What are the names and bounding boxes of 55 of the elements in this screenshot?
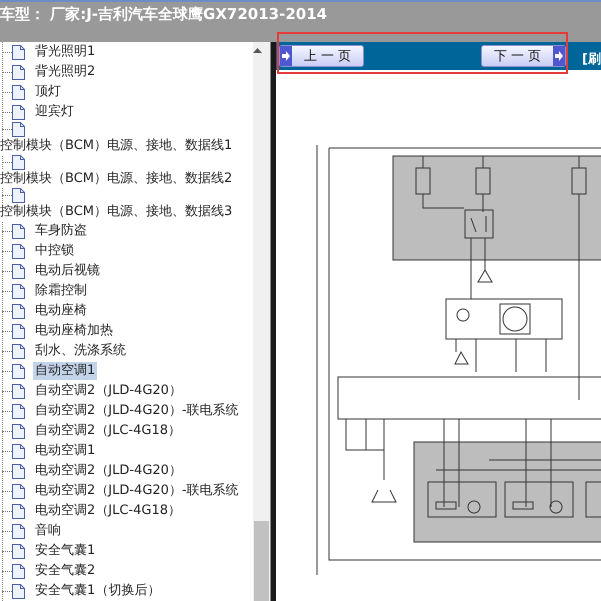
refresh-link[interactable]: [刷 [582, 50, 601, 68]
tree-item[interactable]: 安全气囊1 [33, 542, 98, 560]
document-icon [12, 188, 25, 203]
document-icon [12, 84, 25, 100]
tree-item[interactable]: 刮水、洗涤系统 [33, 342, 128, 360]
tree-item[interactable]: 电动后视镜 [33, 262, 102, 280]
document-icon [12, 304, 25, 318]
document-icon [12, 464, 25, 478]
document-icon [12, 122, 25, 137]
document-icon [12, 384, 25, 398]
document-icon [12, 155, 25, 170]
previous-page-button[interactable]: 上一页 [279, 45, 364, 67]
tree-item[interactable]: 中控锁 [33, 242, 76, 260]
document-icon [12, 424, 25, 438]
document-icon [12, 444, 25, 458]
document-icon [12, 264, 25, 278]
tree-item[interactable]: 除霜控制 [33, 282, 89, 300]
document-icon [12, 484, 25, 498]
document-icon [12, 364, 25, 378]
tree-item[interactable]: 电动座椅加热 [33, 322, 115, 340]
scrollbar-thumb[interactable] [254, 521, 269, 601]
document-icon [12, 564, 25, 578]
tree-item[interactable]: 自动空调1 [33, 362, 98, 380]
tree-item[interactable]: 背光照明2 [33, 63, 98, 81]
document-icon [12, 344, 25, 358]
tree-item[interactable]: 电动空调1 [33, 442, 98, 460]
tree-item[interactable]: 顶灯 [33, 83, 63, 101]
document-icon [12, 404, 25, 418]
document-icon [12, 324, 25, 338]
tree-item[interactable]: 自动空调2（JLD-4G20） [33, 382, 184, 400]
tree-item[interactable]: 电动空调2（JLD-4G20） [33, 462, 184, 480]
document-icon [12, 544, 25, 558]
tree-item[interactable]: 音响 [33, 522, 63, 540]
tree-item[interactable]: 电动座椅 [33, 302, 89, 320]
document-icon [12, 524, 25, 538]
tree-item[interactable]: 安全气囊2 [33, 562, 98, 580]
tree-item[interactable]: 车身防盗 [33, 222, 89, 240]
document-icon [12, 64, 25, 80]
document-icon [12, 244, 25, 258]
document-icon [12, 584, 25, 598]
next-page-button[interactable]: 下一页 [481, 45, 566, 67]
document-icon [12, 504, 25, 518]
tree-item[interactable]: 电动空调2（JLD-4G20）-联电系统 [33, 482, 241, 500]
tree-item[interactable]: 自动空调2（JLC-4G18） [33, 422, 184, 440]
tree-item[interactable]: 迎宾灯 [33, 103, 76, 121]
scroll-up-icon[interactable] [253, 48, 262, 53]
tree-item[interactable]: 电动空调2（JLC-4G18） [33, 502, 184, 520]
tree-item[interactable]: 背光照明1 [33, 43, 98, 61]
tree-item[interactable]: 安全气囊1（切换后） [33, 582, 162, 600]
window-title: 车型： 厂家:J-吉利汽车全球鹰GX72013-2014 [0, 4, 328, 24]
document-icon [12, 284, 25, 298]
document-icon [12, 44, 25, 60]
document-icon [12, 224, 25, 238]
document-icon [12, 104, 25, 120]
tree-item[interactable]: 自动空调2（JLD-4G20）-联电系统 [33, 402, 241, 420]
